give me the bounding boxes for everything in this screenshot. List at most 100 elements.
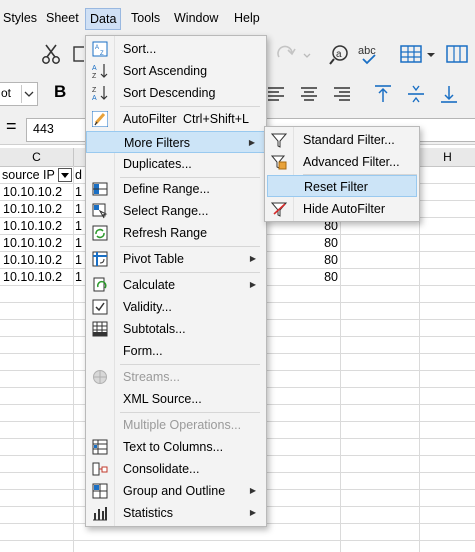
redo-icon[interactable] — [273, 42, 299, 66]
menu-help[interactable]: Help — [230, 8, 264, 28]
menu-item-xml-source[interactable]: XML Source... — [86, 388, 266, 410]
menu-item-standard-filter[interactable]: Standard Filter... — [265, 129, 419, 151]
sort-ascending-icon: AZ — [92, 63, 108, 80]
column-header-c[interactable]: C — [0, 148, 74, 167]
funnel-icon — [270, 132, 288, 148]
autofilter-dropdown-button[interactable] — [58, 168, 72, 182]
menu-item-consolidate[interactable]: Consolidate... — [86, 458, 266, 480]
menu-sheet[interactable]: Sheet — [42, 8, 83, 28]
data-menu: AZ Sort... AZ Sort Ascending ZA Sort Des… — [85, 35, 267, 527]
svg-text:A: A — [92, 95, 97, 101]
menu-item-advanced-filter[interactable]: Advanced Filter... — [265, 151, 419, 173]
autofilter-icon — [91, 110, 109, 128]
define-range-icon — [92, 181, 108, 197]
header-cell-source-ip[interactable]: source IP — [2, 167, 58, 184]
table-cell[interactable]: 10.10.10.2 — [3, 269, 73, 286]
menu-item-duplicates[interactable]: Duplicates... — [86, 153, 266, 175]
table-cell[interactable]: 10.10.10.2 — [3, 218, 73, 235]
menu-item-sort-ascending[interactable]: AZ Sort Ascending — [86, 60, 266, 82]
menu-item-form[interactable]: Form... — [86, 340, 266, 362]
validity-icon — [92, 299, 108, 315]
font-size-value: ot — [1, 86, 12, 100]
submenu-arrow-icon: ▶ — [249, 254, 256, 263]
align-bottom-icon[interactable] — [438, 83, 460, 108]
chevron-down-icon[interactable] — [21, 85, 36, 103]
table-cell[interactable]: 80 — [310, 252, 338, 269]
table-cell[interactable]: 10.10.10.2 — [3, 252, 73, 269]
menu-item-sort-descending[interactable]: ZA Sort Descending — [86, 82, 266, 104]
svg-text:abc: abc — [358, 45, 376, 57]
font-size-box[interactable]: ot — [0, 82, 38, 106]
menu-window[interactable]: Window — [170, 8, 222, 28]
menu-item-calculate[interactable]: Calculate ▶ — [86, 274, 266, 296]
menu-item-refresh-range[interactable]: Refresh Range — [86, 222, 266, 244]
cut-icon[interactable] — [38, 42, 64, 66]
menu-item-validity[interactable]: Validity... — [86, 296, 266, 318]
menu-item-hide-autofilter[interactable]: Hide AutoFilter — [265, 198, 419, 220]
menu-item-select-range[interactable]: Select Range... — [86, 200, 266, 222]
menu-data[interactable]: Data — [85, 8, 122, 30]
align-center-icon[interactable] — [298, 84, 320, 107]
svg-text:Z: Z — [100, 51, 104, 57]
menu-item-pivot-table[interactable]: Pivot Table ▶ — [86, 248, 266, 270]
menu-bar: Styles Sheet Data Tools Window Help — [0, 0, 475, 35]
hide-autofilter-icon — [270, 201, 288, 217]
text-to-columns-icon — [92, 439, 108, 455]
submenu-arrow-icon: ▶ — [249, 508, 256, 517]
row-icon[interactable] — [398, 42, 424, 66]
submenu-arrow-icon: ▶ — [248, 138, 255, 147]
table-cell[interactable]: 10.10.10.2 — [3, 235, 73, 252]
spelling-icon[interactable]: abc — [357, 42, 383, 66]
svg-text:a: a — [336, 49, 342, 60]
subtotals-icon — [92, 321, 108, 337]
autofilter-shortcut: Ctrl+Shift+L — [183, 112, 250, 126]
align-top-icon[interactable] — [372, 83, 394, 108]
align-right-icon[interactable] — [331, 84, 353, 107]
formula-value: 443 — [33, 122, 54, 136]
column-icon[interactable] — [444, 42, 470, 66]
align-left-icon[interactable] — [265, 84, 287, 107]
table-cell[interactable]: 10.10.10.2 — [3, 184, 73, 201]
svg-text:Z: Z — [92, 87, 97, 94]
menu-item-subtotals[interactable]: Subtotals... — [86, 318, 266, 340]
group-outline-icon — [92, 483, 108, 499]
dropdown-arrow-icon — [61, 173, 69, 178]
svg-text:A: A — [95, 45, 99, 51]
menu-item-sort[interactable]: AZ Sort... — [86, 38, 266, 60]
redo-dropdown-icon[interactable] — [300, 42, 314, 66]
align-middle-icon[interactable] — [405, 83, 427, 108]
svg-text:Z: Z — [92, 73, 97, 79]
menu-item-multiple-operations: Multiple Operations... — [123, 418, 242, 432]
sort-descending-icon: ZA — [92, 85, 108, 102]
equals-icon[interactable]: = — [6, 116, 17, 137]
menu-item-statistics[interactable]: Statistics ▶ — [86, 502, 266, 524]
bold-icon[interactable]: B — [54, 82, 66, 102]
menu-tools[interactable]: Tools — [127, 8, 164, 28]
table-cell[interactable]: 10.10.10.2 — [3, 201, 73, 218]
table-cell[interactable]: 80 — [310, 269, 338, 286]
select-range-icon — [92, 203, 108, 219]
row-dropdown-icon[interactable] — [424, 42, 438, 66]
more-filters-submenu: Standard Filter... Advanced Filter... Re… — [264, 126, 420, 222]
statistics-icon — [92, 505, 108, 521]
find-replace-icon[interactable]: a — [327, 42, 353, 66]
menu-item-group-outline[interactable]: Group and Outline ▶ — [86, 480, 266, 502]
menu-item-autofilter[interactable]: AutoFilter Ctrl+Shift+L — [86, 108, 266, 130]
sort-icon: AZ — [92, 41, 108, 57]
menu-item-text-to-columns[interactable]: Text to Columns... — [86, 436, 266, 458]
svg-text:A: A — [92, 65, 97, 72]
menu-styles[interactable]: Styles — [0, 8, 41, 28]
refresh-range-icon — [92, 225, 108, 241]
pivot-table-icon — [92, 251, 108, 267]
menu-item-more-filters[interactable]: More Filters ▶ — [86, 131, 266, 153]
menu-item-define-range[interactable]: Define Range... — [86, 178, 266, 200]
copy-icon[interactable] — [72, 42, 84, 66]
submenu-arrow-icon: ▶ — [249, 486, 256, 495]
consolidate-icon — [92, 461, 108, 477]
calculate-icon — [92, 277, 108, 293]
menu-item-reset-filter[interactable]: Reset Filter — [267, 175, 417, 197]
column-header-h[interactable]: H — [420, 148, 475, 167]
advanced-filter-icon — [270, 154, 287, 170]
table-cell[interactable]: 80 — [310, 235, 338, 252]
streams-icon — [92, 369, 108, 385]
